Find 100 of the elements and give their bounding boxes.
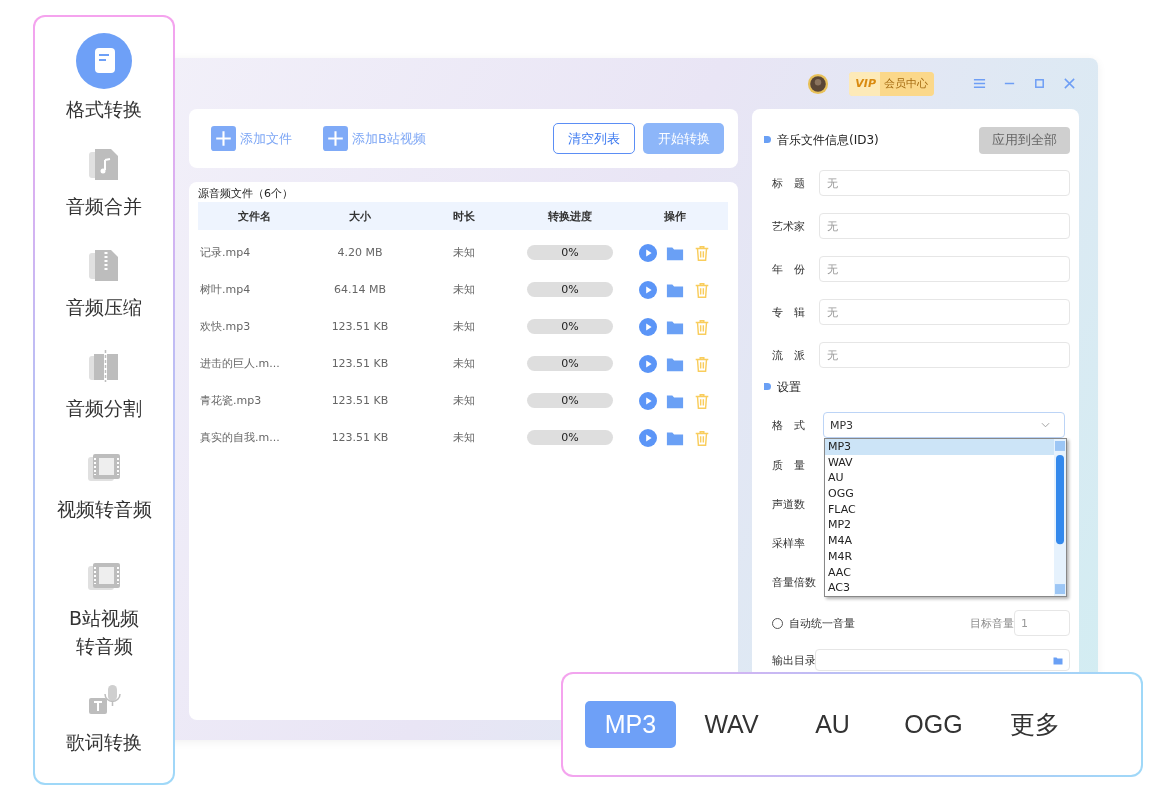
dropdown-option[interactable]: AC3: [825, 580, 1054, 596]
column-header: 文件名: [236, 208, 272, 224]
format-tab[interactable]: 更多: [989, 701, 1080, 748]
sidebar-label: 视频转音频: [56, 497, 152, 523]
sidebar-label: 音频合并: [66, 194, 142, 220]
dropdown-option[interactable]: AU: [825, 470, 1054, 487]
field-label: 艺术家: [771, 218, 806, 234]
play-icon[interactable]: [639, 243, 657, 262]
column-header: 操作: [663, 208, 687, 224]
file-name: 记录.mp4: [199, 245, 252, 260]
file-name: 青花瓷.mp3: [199, 393, 263, 408]
sidebar-item[interactable]: 音频分割: [66, 336, 142, 438]
play-icon[interactable]: [639, 391, 657, 410]
plus-icon: [323, 126, 348, 151]
sidebar-item[interactable]: 音频合并: [66, 134, 142, 236]
file-duration: 未知: [452, 245, 476, 260]
section-title: 设置: [764, 379, 1070, 396]
trash-icon[interactable]: [693, 354, 711, 373]
sidebar-label: 音频分割: [66, 396, 142, 422]
dropdown-option[interactable]: WAV: [825, 454, 1054, 471]
file-duration: 未知: [452, 356, 476, 371]
progress-text: 0%: [561, 431, 579, 444]
text-field[interactable]: 无: [819, 342, 1070, 368]
text-field[interactable]: 无: [819, 256, 1070, 282]
field-label: 质 量: [771, 458, 806, 473]
sidebar-label: 格式转换: [66, 97, 142, 122]
dropdown-option[interactable]: MP2: [825, 517, 1054, 534]
field-label: 目标音量: [970, 615, 1014, 631]
dropdown-option[interactable]: AAC: [825, 564, 1054, 581]
sidebar-item[interactable]: 格式转换: [66, 33, 142, 135]
close-icon[interactable]: [1063, 77, 1076, 90]
format-tab[interactable]: WAV: [686, 701, 777, 748]
progress-text: 0%: [561, 394, 579, 407]
plus-icon: [211, 126, 236, 151]
folder-icon[interactable]: [1053, 655, 1063, 665]
file-duration: 未知: [452, 393, 476, 408]
file-duration: 未知: [452, 319, 476, 334]
field-label: 输出目录: [771, 652, 817, 668]
file-name: 欢快.mp3: [199, 319, 252, 334]
text-field[interactable]: 无: [819, 170, 1070, 196]
column-header: 转换进度: [547, 208, 593, 224]
field-label: 声道数: [771, 497, 806, 512]
format-select[interactable]: MP3: [823, 412, 1065, 438]
file-size: 123.51 KB: [330, 357, 390, 370]
play-icon[interactable]: [639, 317, 657, 336]
trash-icon[interactable]: [693, 428, 711, 447]
dropdown-option[interactable]: FLAC: [825, 501, 1054, 518]
chevron-down-icon: [1041, 422, 1050, 428]
maximize-icon[interactable]: [1033, 77, 1046, 90]
format-tab[interactable]: OGG: [888, 701, 979, 748]
sidebar-item[interactable]: 视频转音频: [56, 437, 152, 539]
file-size: 123.51 KB: [330, 320, 390, 333]
dropdown-option[interactable]: M4R: [825, 548, 1054, 565]
play-icon[interactable]: [639, 428, 657, 447]
dropdown-option[interactable]: OGG: [825, 486, 1054, 502]
scrollbar[interactable]: [1054, 439, 1066, 596]
sidebar-label: 歌词转换: [66, 730, 142, 756]
sidebar-label: 音频压缩: [66, 295, 142, 321]
progress-text: 0%: [561, 283, 579, 296]
apply-all-button[interactable]: 应用到全部: [979, 126, 1070, 154]
text-field[interactable]: 无: [819, 299, 1070, 325]
sidebar-label: B站视频转音频: [67, 606, 140, 660]
avatar-icon[interactable]: [807, 72, 830, 95]
field-label: 年 份: [771, 261, 806, 277]
format-tab[interactable]: AU: [787, 701, 878, 748]
field-label: 音量倍数: [771, 575, 817, 590]
trash-icon[interactable]: [693, 391, 711, 410]
file-name: 树叶.mp4: [199, 282, 252, 297]
radio-label: 自动统一音量: [789, 615, 855, 631]
progress-text: 0%: [561, 320, 579, 333]
sidebar-item[interactable]: B站视频转音频: [66, 538, 142, 671]
file-name: 真实的自我.m...: [199, 430, 281, 445]
progress-text: 0%: [561, 357, 579, 370]
progress-text: 0%: [561, 246, 579, 259]
text-field[interactable]: 无: [819, 213, 1070, 239]
file-size: 64.14 MB: [333, 283, 387, 296]
vip-button[interactable]: VIP 会员中心: [849, 71, 934, 96]
dropdown-option[interactable]: M4A: [825, 533, 1054, 549]
section-title: 音乐文件信息(ID3): [764, 131, 879, 149]
dropdown-option[interactable]: MP3: [825, 439, 1054, 455]
play-icon[interactable]: [639, 280, 657, 299]
field-label: 采样率: [771, 536, 806, 551]
file-duration: 未知: [452, 282, 476, 297]
trash-icon[interactable]: [693, 317, 711, 336]
document-icon: [76, 33, 132, 89]
trash-icon[interactable]: [693, 243, 711, 262]
field-label: 标 题: [771, 175, 806, 191]
file-size: 123.51 KB: [330, 431, 390, 444]
file-size: 4.20 MB: [336, 246, 384, 259]
output-field[interactable]: [815, 649, 1070, 671]
column-header: 时长: [452, 208, 476, 224]
file-name: 进击的巨人.m...: [199, 356, 281, 371]
sidebar-item[interactable]: 音频压缩: [66, 235, 142, 337]
menu-icon[interactable]: [973, 77, 986, 90]
file-size: 123.51 KB: [330, 394, 390, 407]
field-label: 专 辑: [771, 304, 806, 320]
play-icon[interactable]: [639, 354, 657, 373]
trash-icon[interactable]: [693, 280, 711, 299]
sidebar-item[interactable]: 歌词转换: [66, 670, 142, 783]
clear-list-button[interactable]: 清空列表: [553, 123, 635, 154]
